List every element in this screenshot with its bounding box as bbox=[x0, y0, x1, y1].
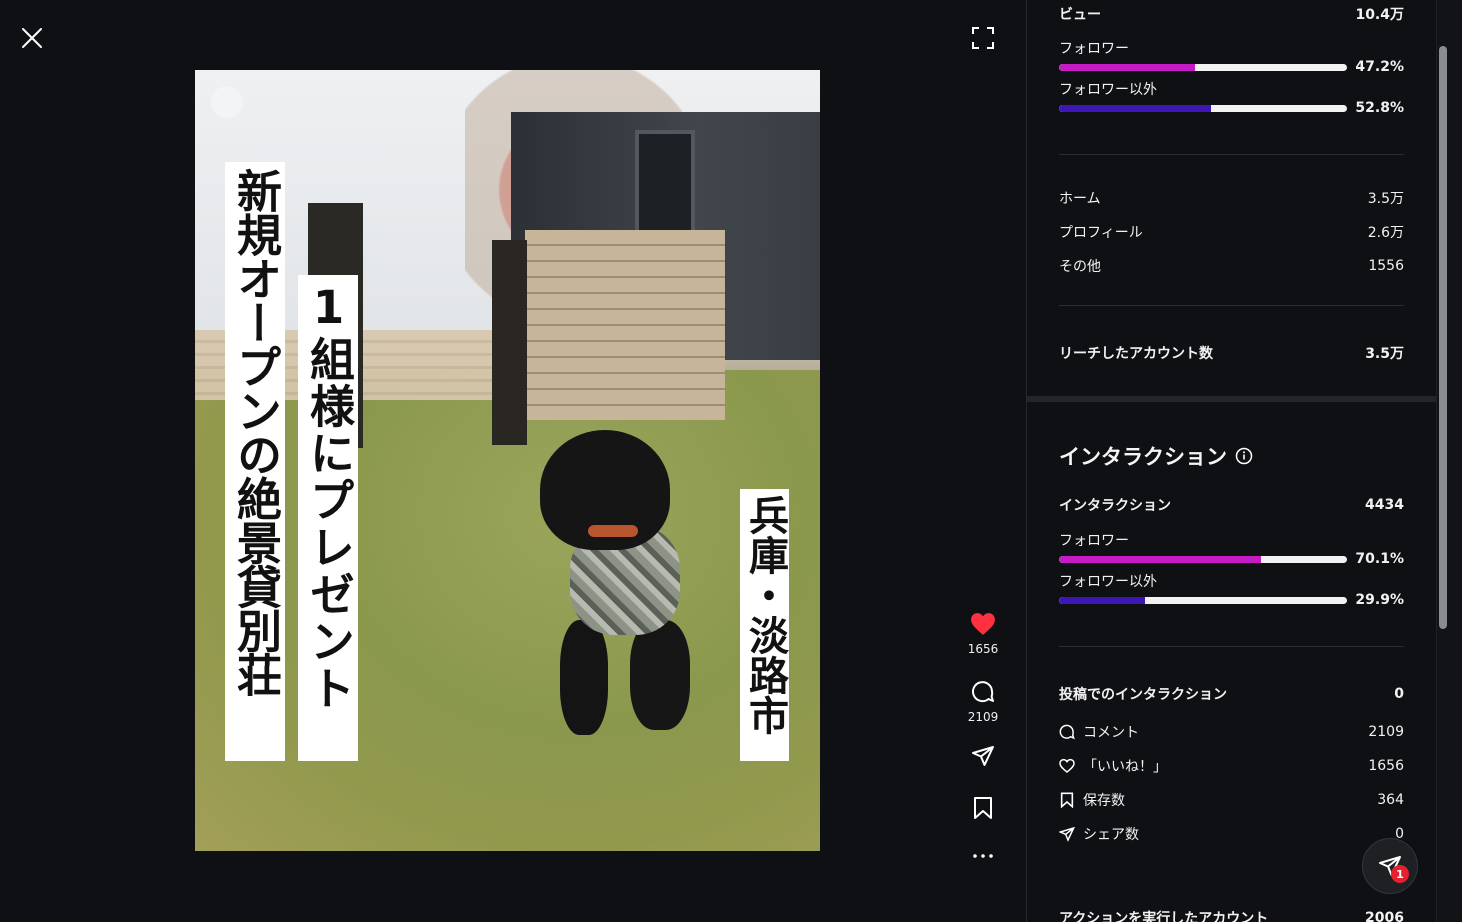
views-nonfollower-track bbox=[1059, 104, 1347, 112]
post-image: 新規オープンの絶景貸別荘 1組様にプレゼント 兵庫・淡路市 bbox=[195, 70, 820, 851]
scrollbar-thumb[interactable] bbox=[1439, 46, 1447, 629]
info-icon[interactable] bbox=[1235, 447, 1253, 465]
accounts-action-label: アクションを実行したアカウント bbox=[1059, 911, 1269, 922]
more-options-button[interactable] bbox=[958, 852, 1008, 860]
source-value: 2.6万 bbox=[1367, 225, 1404, 241]
interactions-value: 4434 bbox=[1365, 497, 1404, 513]
media-viewer: 新規オープンの絶景貸別荘 1組様にプレゼント 兵庫・淡路市 1656 2109 bbox=[0, 0, 1026, 922]
caption-banner-3: 兵庫・淡路市 bbox=[740, 489, 789, 761]
views-nonfollower-label: フォロワー以外 bbox=[1059, 82, 1157, 98]
source-value: 1556 bbox=[1368, 258, 1404, 274]
interactions-nonfollower-bar: フォロワー以外 29.9% bbox=[1059, 571, 1404, 608]
close-icon bbox=[22, 28, 42, 48]
expand-icon bbox=[972, 27, 994, 49]
views-follower-pct: 47.2% bbox=[1355, 59, 1404, 75]
interactions-nonfollower-fill bbox=[1059, 596, 1146, 604]
post-interactions-value: 0 bbox=[1394, 686, 1404, 702]
heart-icon bbox=[1059, 758, 1075, 773]
comment-icon bbox=[972, 681, 994, 703]
caption-banner-1: 新規オープンの絶景貸別荘 bbox=[225, 162, 285, 761]
interactions-follower-track bbox=[1059, 555, 1347, 563]
notification-badge: 1 bbox=[1391, 865, 1409, 883]
bookmark-icon bbox=[974, 797, 992, 819]
source-row-profile: プロフィール 2.6万 bbox=[1059, 222, 1404, 242]
dog-leg bbox=[560, 620, 608, 735]
metric-label: コメント bbox=[1083, 725, 1139, 741]
comment-icon bbox=[1059, 724, 1075, 740]
metric-value: 364 bbox=[1377, 792, 1404, 808]
share-icon bbox=[972, 746, 994, 766]
reach-summary: リーチしたアカウント数 3.5万 bbox=[1059, 343, 1404, 363]
metric-row-saves: 保存数 364 bbox=[1059, 790, 1404, 810]
photo-wooden-wall bbox=[525, 230, 725, 420]
views-nonfollower-fill bbox=[1059, 104, 1212, 112]
interactions-nonfollower-label: フォロワー以外 bbox=[1059, 574, 1157, 590]
source-label: プロフィール bbox=[1059, 225, 1143, 241]
bookmark-icon bbox=[1060, 792, 1074, 808]
interactions-follower-pct: 70.1% bbox=[1355, 551, 1404, 567]
divider bbox=[1059, 154, 1404, 155]
post-interactions-summary: 投稿でのインタラクション 0 bbox=[1059, 684, 1404, 704]
views-value: 10.4万 bbox=[1355, 7, 1404, 23]
interactions-heading: インタラクション bbox=[1059, 441, 1253, 471]
share-button[interactable] bbox=[958, 744, 1008, 768]
reach-value: 3.5万 bbox=[1365, 346, 1404, 362]
accounts-action-value: 2006 bbox=[1365, 910, 1404, 922]
comment-count: 2109 bbox=[967, 710, 999, 724]
comment-button[interactable]: 2109 bbox=[958, 680, 1008, 724]
views-summary: ビュー 10.4万 bbox=[1059, 4, 1404, 24]
close-button[interactable] bbox=[20, 26, 44, 50]
metric-label: 「いいね！」 bbox=[1083, 759, 1167, 775]
metric-label: 保存数 bbox=[1083, 793, 1125, 809]
dog-collar bbox=[588, 525, 638, 537]
save-button[interactable] bbox=[958, 796, 1008, 820]
metric-value: 1656 bbox=[1368, 758, 1404, 774]
metric-value: 2109 bbox=[1368, 724, 1404, 740]
interactions-summary: インタラクション 4434 bbox=[1059, 495, 1404, 515]
metric-row-comments: コメント 2109 bbox=[1059, 722, 1404, 742]
views-follower-label: フォロワー bbox=[1059, 41, 1129, 57]
dog-leg bbox=[630, 620, 690, 730]
interactions-label: インタラクション bbox=[1059, 498, 1171, 514]
metric-label: シェア数 bbox=[1083, 827, 1139, 843]
source-row-other: その他 1556 bbox=[1059, 256, 1404, 276]
photo-dog bbox=[540, 430, 720, 735]
reach-label: リーチしたアカウント数 bbox=[1059, 346, 1213, 362]
photo-post bbox=[492, 240, 527, 445]
views-follower-fill bbox=[1059, 63, 1195, 71]
source-value: 3.5万 bbox=[1367, 191, 1404, 207]
views-follower-bar: フォロワー 47.2% bbox=[1059, 38, 1404, 75]
metric-row-shares: シェア数 0 bbox=[1059, 824, 1404, 844]
source-row-home: ホーム 3.5万 bbox=[1059, 188, 1404, 208]
interactions-follower-bar: フォロワー 70.1% bbox=[1059, 530, 1404, 567]
views-nonfollower-pct: 52.8% bbox=[1355, 100, 1404, 116]
source-label: その他 bbox=[1059, 259, 1101, 275]
accounts-action-summary: アクションを実行したアカウント 2006 bbox=[1059, 908, 1404, 922]
metric-row-likes: 「いいね！」 1656 bbox=[1059, 756, 1404, 776]
like-count: 1656 bbox=[967, 642, 999, 656]
interactions-follower-fill bbox=[1059, 555, 1261, 563]
share-icon bbox=[1059, 826, 1075, 842]
section-divider bbox=[1027, 396, 1436, 402]
messages-button[interactable] bbox=[1362, 838, 1418, 894]
views-nonfollower-bar: フォロワー以外 52.8% bbox=[1059, 79, 1404, 116]
divider bbox=[1059, 305, 1404, 306]
interactions-follower-label: フォロワー bbox=[1059, 533, 1129, 549]
post-interactions-label: 投稿でのインタラクション bbox=[1059, 687, 1227, 703]
heart-icon bbox=[971, 613, 995, 635]
divider bbox=[1059, 646, 1404, 647]
views-follower-track bbox=[1059, 63, 1347, 71]
more-icon bbox=[973, 854, 993, 858]
interactions-nonfollower-track bbox=[1059, 596, 1347, 604]
interactions-nonfollower-pct: 29.9% bbox=[1355, 592, 1404, 608]
interactions-title: インタラクション bbox=[1059, 445, 1227, 469]
insights-panel: ビュー 10.4万 フォロワー 47.2% フォロワー以外 52.8% ホーム … bbox=[1026, 0, 1436, 922]
avatar-icon bbox=[211, 86, 243, 118]
views-label: ビュー bbox=[1059, 7, 1101, 23]
source-label: ホーム bbox=[1059, 191, 1101, 207]
fullscreen-button[interactable] bbox=[971, 26, 995, 50]
like-button[interactable]: 1656 bbox=[958, 612, 1008, 656]
caption-banner-2: 1組様にプレゼント bbox=[298, 275, 358, 761]
